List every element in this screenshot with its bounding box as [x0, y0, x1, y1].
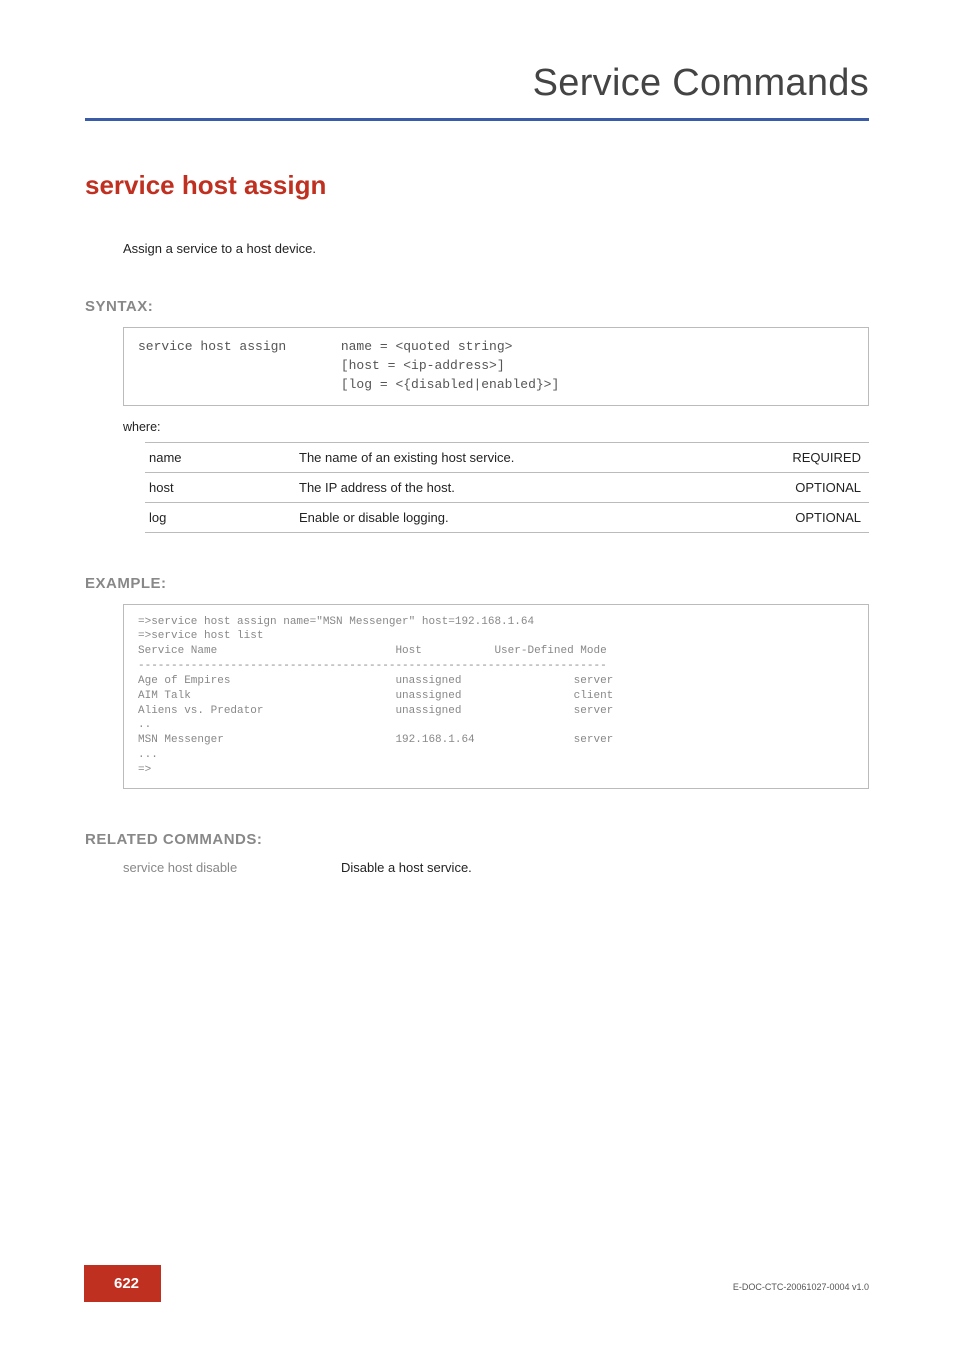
related-row: service host disable Disable a host serv… — [123, 860, 869, 875]
command-description: Assign a service to a host device. — [123, 241, 869, 256]
syntax-box: service host assign name = <quoted strin… — [123, 327, 869, 406]
param-name: log — [145, 502, 295, 532]
param-desc: The name of an existing host service. — [295, 442, 759, 472]
content-area: service host assign Assign a service to … — [85, 170, 869, 875]
param-req: OPTIONAL — [759, 472, 869, 502]
page-number-badge: 622 — [84, 1265, 161, 1302]
syntax-label: SYNTAX: — [85, 298, 869, 315]
related-command: service host disable — [123, 860, 283, 875]
example-label: EXAMPLE: — [85, 575, 869, 592]
table-row: name The name of an existing host servic… — [145, 442, 869, 472]
table-row: host The IP address of the host. OPTIONA… — [145, 472, 869, 502]
param-req: OPTIONAL — [759, 502, 869, 532]
related-label: RELATED COMMANDS: — [85, 831, 869, 848]
document-id: E-DOC-CTC-20061027-0004 v1.0 — [733, 1282, 869, 1292]
param-desc: The IP address of the host. — [295, 472, 759, 502]
header-title: Service Commands — [533, 62, 869, 105]
header-rule — [85, 118, 869, 121]
param-table: name The name of an existing host servic… — [145, 442, 869, 533]
table-row: log Enable or disable logging. OPTIONAL — [145, 502, 869, 532]
example-box: =>service host assign name="MSN Messenge… — [123, 604, 869, 789]
param-req: REQUIRED — [759, 442, 869, 472]
related-description: Disable a host service. — [341, 860, 472, 875]
param-desc: Enable or disable logging. — [295, 502, 759, 532]
where-label: where: — [123, 420, 869, 434]
param-name: host — [145, 472, 295, 502]
command-title: service host assign — [85, 170, 869, 201]
param-name: name — [145, 442, 295, 472]
